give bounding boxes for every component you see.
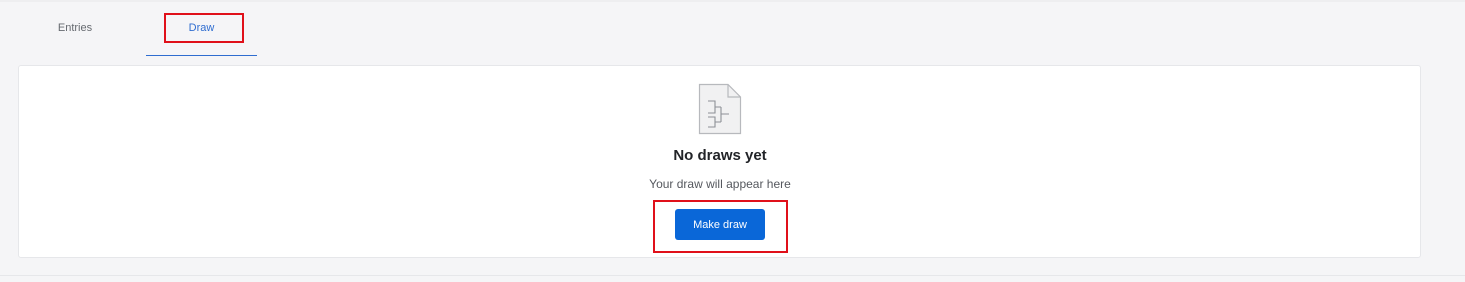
tab-bar: Entries Draw	[0, 0, 1465, 56]
empty-state-title: No draws yet	[673, 147, 767, 164]
bracket-document-icon	[698, 83, 742, 135]
make-draw-button[interactable]: Make draw	[675, 209, 765, 240]
tab-draw[interactable]: Draw	[146, 0, 257, 56]
tab-entries[interactable]: Entries	[25, 0, 125, 56]
empty-state-subtitle: Your draw will appear here	[649, 177, 791, 191]
bottom-divider	[0, 275, 1465, 276]
